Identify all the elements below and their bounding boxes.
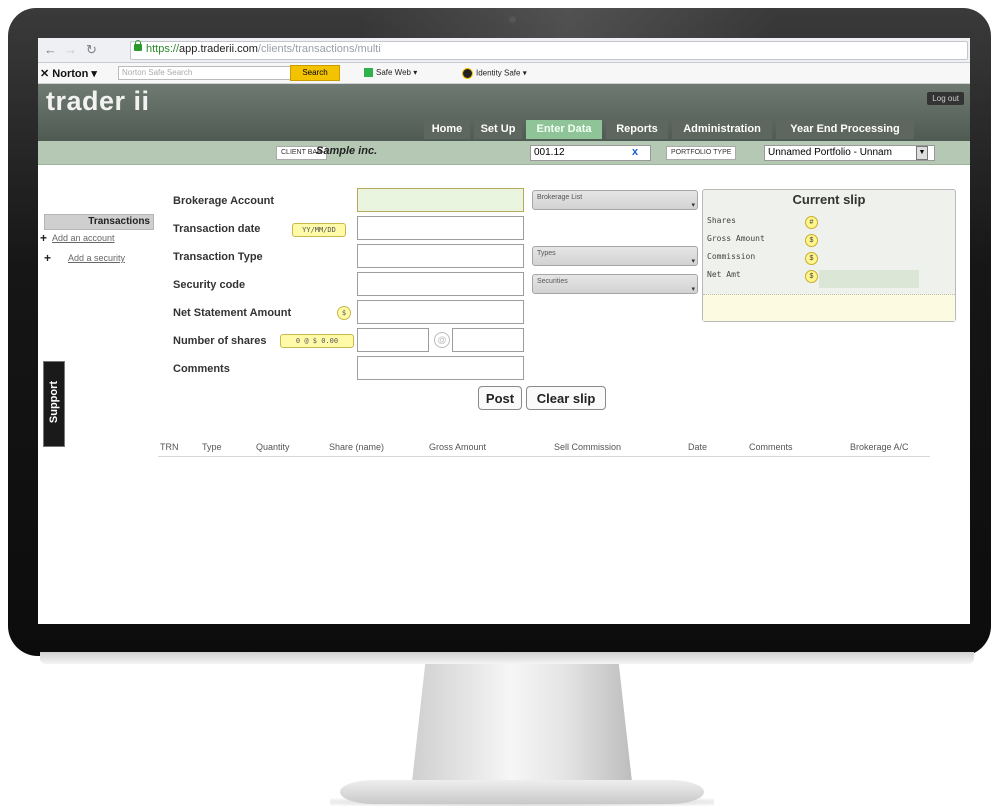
clear-code-icon[interactable]: x bbox=[632, 146, 638, 158]
transaction-date-label: Transaction date bbox=[173, 223, 261, 235]
slip-net-amt-label: Net Amt bbox=[707, 270, 741, 279]
column-header-share-name: Share (name) bbox=[329, 442, 385, 452]
dropdown-caret-icon: ▾ bbox=[691, 286, 695, 293]
column-header-sell-commission: Sell Commission bbox=[554, 442, 622, 452]
norton-logo: ✕ Norton ▾ bbox=[40, 68, 97, 80]
column-header-comments: Comments bbox=[749, 442, 793, 452]
screen: ← → ↻ https://app.traderii.com/clients/t… bbox=[38, 38, 970, 624]
plus-icon: + bbox=[40, 231, 48, 245]
slip-gross-amount-label: Gross Amount bbox=[707, 234, 765, 243]
transaction-type-input[interactable] bbox=[357, 244, 524, 268]
tab-reports[interactable]: Reports bbox=[606, 120, 668, 139]
dollar-icon: $ bbox=[805, 252, 818, 265]
plus-icon: + bbox=[44, 251, 52, 265]
share-price-input[interactable] bbox=[452, 328, 524, 352]
identity-safe-icon bbox=[462, 68, 473, 79]
comments-input[interactable] bbox=[357, 356, 524, 380]
norton-search-input[interactable]: Norton Safe Search bbox=[118, 66, 293, 80]
column-header-trn: TRN bbox=[160, 442, 179, 452]
webcam bbox=[509, 16, 516, 23]
app-logo: trader ii bbox=[46, 86, 150, 116]
tab-year-end-processing[interactable]: Year End Processing bbox=[776, 120, 914, 139]
tab-set-up[interactable]: Set Up bbox=[474, 120, 522, 139]
add-security-link[interactable]: Add a security bbox=[68, 253, 125, 263]
lock-icon bbox=[134, 40, 142, 51]
hash-icon: # bbox=[805, 216, 818, 229]
current-slip-panel: Current slip Shares # Gross Amount $ Com… bbox=[702, 189, 956, 322]
securities-dropdown[interactable]: Securities ▾ bbox=[532, 274, 698, 294]
app-header: trader ii Log out Home Set Up Enter Data… bbox=[38, 84, 970, 141]
column-header-quantity: Quantity bbox=[256, 442, 290, 452]
dropdown-caret-icon: ▾ bbox=[691, 258, 695, 265]
browser-toolbar: ← → ↻ https://app.traderii.com/clients/t… bbox=[38, 38, 970, 63]
logout-button[interactable]: Log out bbox=[927, 92, 964, 105]
number-of-shares-label: Number of shares bbox=[173, 335, 267, 347]
date-format-hint: YY/MM/DD bbox=[292, 223, 346, 237]
transaction-type-label: Transaction Type bbox=[173, 251, 263, 263]
back-icon[interactable]: ← bbox=[44, 42, 57, 57]
monitor-chin bbox=[40, 652, 974, 664]
norton-search-button[interactable]: Search bbox=[290, 65, 340, 81]
tab-home[interactable]: Home bbox=[424, 120, 470, 139]
column-header-type: Type bbox=[202, 442, 222, 452]
transaction-date-input[interactable] bbox=[357, 216, 524, 240]
dropdown-caret-icon: ▾ bbox=[691, 202, 695, 209]
brokerage-account-input[interactable] bbox=[357, 188, 524, 212]
reload-icon[interactable]: ↻ bbox=[86, 42, 97, 58]
tab-administration[interactable]: Administration bbox=[672, 120, 772, 139]
dollar-icon: $ bbox=[337, 306, 351, 320]
dollar-icon: $ bbox=[805, 234, 818, 247]
forward-icon[interactable]: → bbox=[64, 42, 77, 57]
security-code-label: Security code bbox=[173, 279, 246, 291]
safe-web-menu[interactable]: Safe Web ▾ bbox=[364, 68, 417, 78]
norton-toolbar: ✕ Norton ▾ Norton Safe Search Search Saf… bbox=[38, 63, 970, 84]
monitor-stand-neck bbox=[412, 664, 632, 782]
add-account-link[interactable]: Add an account bbox=[52, 233, 115, 243]
portfolio-type-label: PORTFOLIO TYPE bbox=[666, 146, 737, 160]
identity-safe-menu[interactable]: Identity Safe ▾ bbox=[462, 68, 527, 79]
clear-slip-button[interactable]: Clear slip bbox=[526, 386, 606, 410]
brokerage-account-label: Brokerage Account bbox=[173, 195, 275, 207]
post-button[interactable]: Post bbox=[478, 386, 522, 410]
slip-footer bbox=[703, 294, 955, 321]
table-header-divider bbox=[158, 456, 930, 457]
sidebar-heading: Transactions bbox=[44, 214, 154, 230]
net-statement-amount-input[interactable] bbox=[357, 300, 524, 324]
support-tab[interactable]: Support bbox=[43, 361, 65, 447]
comments-label: Comments bbox=[173, 363, 230, 375]
net-statement-amount-label: Net Statement Amount bbox=[173, 307, 292, 319]
portfolio-type-select[interactable]: Unnamed Portfolio - Unnam bbox=[764, 145, 935, 161]
shares-format-hint: 0 @ $ 0.00 bbox=[280, 334, 354, 348]
column-header-date: Date bbox=[688, 442, 708, 452]
url-text[interactable]: https://app.traderii.com/clients/transac… bbox=[146, 43, 381, 55]
column-header-gross-amount: Gross Amount bbox=[429, 442, 487, 452]
slip-commission-label: Commission bbox=[707, 252, 756, 261]
client-name: Sample inc. bbox=[316, 145, 378, 157]
monitor-stand-base bbox=[340, 780, 704, 804]
client-bar: CLIENT BAR Sample inc. 001.12 x PORTFOLI… bbox=[38, 141, 970, 165]
types-dropdown[interactable]: Types ▾ bbox=[532, 246, 698, 266]
chevron-down-icon[interactable]: ▼ bbox=[916, 146, 928, 160]
security-code-input[interactable] bbox=[357, 272, 524, 296]
at-icon: @ bbox=[434, 332, 450, 348]
slip-shares-label: Shares bbox=[707, 216, 736, 225]
shares-quantity-input[interactable] bbox=[357, 328, 429, 352]
dollar-icon: $ bbox=[805, 270, 818, 283]
net-amt-value bbox=[819, 270, 919, 288]
current-slip-title: Current slip bbox=[792, 192, 866, 207]
tab-enter-data[interactable]: Enter Data bbox=[526, 120, 602, 139]
safe-web-icon bbox=[364, 68, 373, 78]
brokerage-list-dropdown[interactable]: Brokerage List ▾ bbox=[532, 190, 698, 210]
column-header-brokerage-ac: Brokerage A/C bbox=[850, 442, 909, 452]
